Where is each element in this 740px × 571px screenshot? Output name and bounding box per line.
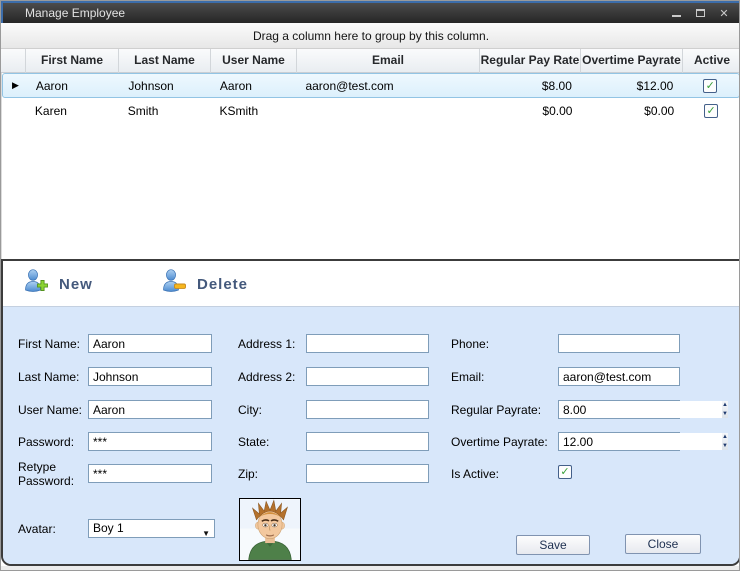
first-name-field[interactable] bbox=[88, 334, 212, 353]
cell-email bbox=[297, 98, 479, 123]
zip-field[interactable] bbox=[306, 464, 429, 483]
maximize-button[interactable] bbox=[693, 7, 707, 21]
maximize-icon bbox=[696, 9, 705, 17]
state-label: State: bbox=[238, 435, 302, 449]
column-header-user-name[interactable]: User Name bbox=[211, 49, 297, 73]
last-name-field[interactable] bbox=[88, 367, 212, 386]
employee-grid: ▶ Aaron Johnson Aaron aaron@test.com $8.… bbox=[1, 73, 740, 259]
row-indicator-header bbox=[1, 49, 26, 73]
minimize-icon bbox=[672, 8, 681, 17]
delete-button-label: Delete bbox=[197, 276, 248, 293]
cell-user-name: Aaron bbox=[212, 74, 298, 97]
close-button[interactable]: ✕ bbox=[717, 7, 731, 21]
cell-last-name: Johnson bbox=[120, 74, 212, 97]
regular-payrate-field[interactable] bbox=[559, 401, 722, 418]
employee-form: First Name: Last Name: User Name: Passwo… bbox=[3, 308, 739, 566]
column-header-email[interactable]: Email bbox=[297, 49, 480, 73]
cell-first-name: Karen bbox=[27, 98, 120, 123]
zip-label: Zip: bbox=[238, 467, 302, 481]
regular-payrate-spin-buttons: ▲ ▼ bbox=[722, 401, 728, 418]
phone-field[interactable] bbox=[558, 334, 680, 353]
cell-last-name: Smith bbox=[120, 98, 212, 123]
column-header-active[interactable]: Active bbox=[683, 49, 740, 73]
delete-button[interactable]: Delete bbox=[161, 269, 248, 299]
save-button[interactable]: Save bbox=[516, 535, 590, 555]
cell-first-name: Aaron bbox=[28, 74, 121, 97]
column-header-overtime-payrate[interactable]: Overtime Payrate bbox=[581, 49, 683, 73]
row-arrow-icon: ▶ bbox=[12, 80, 19, 91]
group-by-drop-zone[interactable]: Drag a column here to group by this colu… bbox=[1, 23, 740, 49]
city-label: City: bbox=[238, 403, 302, 417]
retype-password-label: Retype Password: bbox=[18, 460, 84, 488]
new-button[interactable]: New bbox=[23, 269, 93, 299]
retype-password-field[interactable] bbox=[88, 464, 212, 483]
window-controls: ✕ bbox=[669, 5, 731, 23]
detail-panel: New Delete bbox=[1, 259, 740, 566]
spin-up-icon[interactable]: ▲ bbox=[722, 433, 728, 442]
title-bar: Manage Employee ✕ bbox=[1, 1, 740, 23]
active-checkbox[interactable]: ✓ bbox=[704, 104, 718, 118]
email-label: Email: bbox=[451, 370, 555, 384]
active-checkbox[interactable]: ✓ bbox=[703, 79, 717, 93]
user-name-label: User Name: bbox=[18, 403, 84, 417]
spin-up-icon[interactable]: ▲ bbox=[722, 401, 728, 410]
regular-payrate-stepper: ▲ ▼ bbox=[558, 400, 680, 419]
overtime-payrate-spin-buttons: ▲ ▼ bbox=[722, 433, 728, 450]
password-label: Password: bbox=[18, 435, 84, 449]
password-field[interactable] bbox=[88, 432, 212, 451]
overtime-payrate-stepper: ▲ ▼ bbox=[558, 432, 680, 451]
cell-active: ✓ bbox=[681, 74, 739, 97]
row-indicator bbox=[2, 98, 27, 123]
phone-label: Phone: bbox=[451, 337, 555, 351]
state-field[interactable] bbox=[306, 432, 429, 451]
column-header-last-name[interactable]: Last Name bbox=[119, 49, 211, 73]
last-name-label: Last Name: bbox=[18, 370, 84, 384]
toolbar: New Delete bbox=[3, 261, 739, 307]
minimize-button[interactable] bbox=[669, 7, 683, 21]
window-title: Manage Employee bbox=[25, 6, 125, 20]
selected-row-indicator: ▶ bbox=[3, 74, 28, 97]
cell-overtime-payrate: $12.00 bbox=[580, 74, 681, 97]
avatar-dropdown-value: Boy 1 bbox=[93, 521, 124, 535]
city-field[interactable] bbox=[306, 400, 429, 419]
cell-regular-pay-rate: $8.00 bbox=[479, 74, 579, 97]
address2-field[interactable] bbox=[306, 367, 429, 386]
regular-payrate-label: Regular Payrate: bbox=[451, 403, 555, 417]
email-field[interactable] bbox=[558, 367, 680, 386]
new-employee-icon bbox=[23, 269, 50, 299]
overtime-payrate-field[interactable] bbox=[559, 433, 722, 450]
avatar-label: Avatar: bbox=[18, 522, 84, 536]
cell-active: ✓ bbox=[682, 98, 740, 123]
cell-user-name: KSmith bbox=[211, 98, 297, 123]
manage-employee-window: Manage Employee ✕ Drag a column here to … bbox=[0, 0, 740, 571]
chevron-down-icon: ▼ bbox=[202, 525, 210, 542]
delete-employee-icon bbox=[161, 269, 188, 299]
cell-email: aaron@test.com bbox=[297, 74, 479, 97]
grid-header-row: First Name Last Name User Name Email Reg… bbox=[1, 49, 740, 73]
cell-overtime-payrate: $0.00 bbox=[580, 98, 682, 123]
avatar-dropdown[interactable]: Boy 1 ▼ bbox=[88, 519, 215, 538]
address1-field[interactable] bbox=[306, 334, 429, 353]
avatar-image bbox=[239, 498, 301, 561]
spin-down-icon[interactable]: ▼ bbox=[722, 410, 728, 419]
column-header-regular-pay-rate[interactable]: Regular Pay Rate bbox=[480, 49, 581, 73]
column-header-first-name[interactable]: First Name bbox=[26, 49, 119, 73]
new-button-label: New bbox=[59, 276, 93, 293]
address2-label: Address 2: bbox=[238, 370, 302, 384]
table-row[interactable]: ▶ Aaron Johnson Aaron aaron@test.com $8.… bbox=[2, 73, 740, 98]
user-name-field[interactable] bbox=[88, 400, 212, 419]
cell-regular-pay-rate: $0.00 bbox=[480, 98, 581, 123]
is-active-checkbox[interactable]: ✓ bbox=[558, 465, 572, 479]
is-active-label: Is Active: bbox=[451, 467, 555, 481]
overtime-payrate-label: Overtime Payrate: bbox=[451, 435, 555, 449]
window-bottom-edge bbox=[1, 566, 740, 571]
first-name-label: First Name: bbox=[18, 337, 84, 351]
address1-label: Address 1: bbox=[238, 337, 302, 351]
table-row[interactable]: Karen Smith KSmith $0.00 $0.00 ✓ bbox=[2, 98, 740, 123]
spin-down-icon[interactable]: ▼ bbox=[722, 442, 728, 451]
close-panel-button[interactable]: Close bbox=[625, 534, 701, 554]
